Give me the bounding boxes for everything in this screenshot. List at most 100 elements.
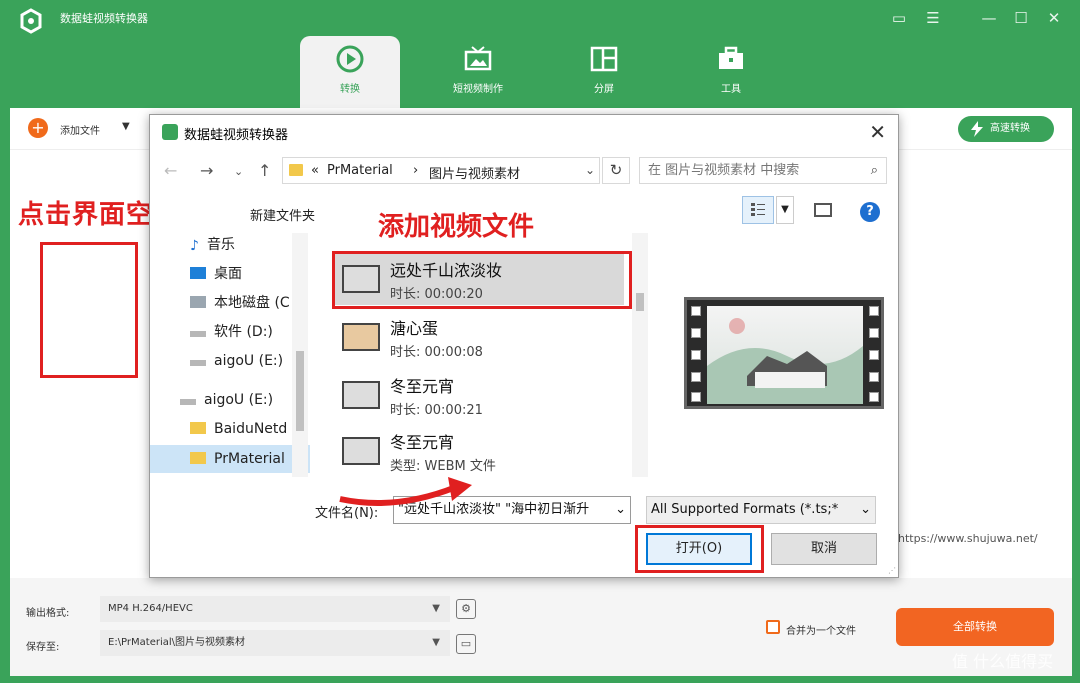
file-meta: 时长: 00:00:08 (390, 345, 483, 360)
convert-all-button[interactable]: 全部转换 (896, 608, 1054, 646)
open-file-dialog: 数据蛙视频转换器 ✕ ← → ⌄ ↑ « PrMaterial › 图片与视频素… (149, 114, 899, 578)
open-folder-icon[interactable]: ▭ (456, 634, 476, 654)
output-format-value: MP4 H.264/HEVC (108, 603, 193, 614)
tab-split-screen[interactable]: 分屏 (554, 36, 654, 108)
recent-dropdown-icon[interactable]: ⌄ (234, 165, 243, 178)
format-settings-icon[interactable]: ⚙ (456, 599, 476, 619)
address-prefix: « (311, 163, 319, 178)
nav-item-music[interactable]: ♪ 音乐 (190, 233, 235, 257)
close-button[interactable]: ✕ (1043, 8, 1065, 28)
view-mode-dropdown[interactable]: ▼ (776, 196, 794, 224)
maximize-button[interactable]: ☐ (1010, 8, 1032, 28)
preview-pane-icon[interactable] (814, 203, 832, 217)
nav-item-baidunetdisk[interactable]: BaiduNetd (190, 417, 287, 441)
convert-icon (336, 45, 364, 73)
nav-item-local-disk-c[interactable]: 本地磁盘 (C (190, 291, 290, 315)
lightning-icon (971, 121, 983, 137)
app-title: 数据蛙视频转换器 (60, 12, 148, 25)
chevron-down-icon: ▼ (432, 637, 440, 648)
nav-item-label: PrMaterial (214, 451, 285, 467)
add-file-button[interactable]: 添加文件 (60, 122, 100, 137)
preview-pane (684, 297, 884, 409)
tab-tools[interactable]: 工具 (681, 36, 781, 108)
film-sprocket (691, 350, 701, 360)
file-type-value: All Supported Formats (*.ts;* (651, 502, 839, 517)
file-name: 溏心蛋 (390, 319, 439, 338)
music-icon: ♪ (190, 238, 199, 254)
minimize-button[interactable]: — (978, 8, 1000, 28)
forward-arrow-icon[interactable]: → (200, 161, 213, 180)
usb-drive-icon (180, 399, 196, 405)
address-bar[interactable]: « PrMaterial › 图片与视频素材 ⌄ (282, 157, 600, 184)
video-thumbnail-icon (342, 437, 380, 465)
save-to-label: 保存至: (26, 642, 60, 653)
app-logo-icon (20, 8, 42, 34)
add-file-icon[interactable]: + (28, 118, 48, 138)
file-type-select[interactable]: All Supported Formats (*.ts;* ⌄ (646, 496, 876, 524)
tv-icon (464, 46, 492, 71)
save-path-value: E:\PrMaterial\图片与视频素材 (108, 637, 246, 648)
feedback-icon[interactable]: ▭ (888, 8, 910, 28)
dialog-close-icon[interactable]: ✕ (869, 120, 886, 144)
breadcrumb-current[interactable]: 图片与视频素材 (429, 163, 520, 182)
nav-scrollbar[interactable] (292, 233, 308, 477)
scrollbar-thumb[interactable] (296, 351, 304, 431)
search-icon: ⌕ (870, 163, 878, 178)
tab-label: 转换 (340, 84, 360, 95)
dialog-title: 数据蛙视频转换器 (184, 128, 289, 143)
output-format-select[interactable]: MP4 H.264/HEVC ▼ (100, 596, 450, 622)
split-screen-icon (590, 46, 618, 72)
list-item[interactable]: 冬至元宵 类型: WEBM 文件 (334, 423, 624, 477)
nav-item-drive-d[interactable]: 软件 (D:) (190, 320, 273, 344)
chevron-down-icon[interactable]: ⌄ (585, 163, 595, 177)
back-arrow-icon[interactable]: ← (164, 161, 177, 180)
nav-item-prmaterial[interactable]: PrMaterial (150, 445, 310, 473)
file-meta: 时长: 00:00:21 (390, 403, 483, 418)
file-list-scrollbar[interactable] (632, 233, 648, 477)
film-sprocket (869, 306, 879, 316)
up-arrow-icon[interactable]: ↑ (258, 161, 271, 180)
tab-short-video[interactable]: 短视频制作 (428, 36, 528, 108)
file-meta: 类型: WEBM 文件 (390, 459, 496, 474)
resize-grip-icon[interactable]: ⋰ (888, 566, 896, 575)
nav-item-drive-e[interactable]: aigoU (E:) (190, 349, 283, 373)
film-sprocket (691, 328, 701, 338)
breadcrumb-prmaterial[interactable]: PrMaterial (327, 163, 393, 178)
search-input[interactable]: 在 图片与视频素材 中搜索 ⌕ (639, 157, 887, 184)
help-icon[interactable]: ? (860, 202, 880, 222)
menu-icon[interactable]: ☰ (922, 8, 944, 28)
save-path-select[interactable]: E:\PrMaterial\图片与视频素材 ▼ (100, 630, 450, 656)
nav-item-label: aigoU (E:) (214, 353, 284, 369)
nav-item-drive-e-2[interactable]: aigoU (E:) (180, 388, 273, 412)
annotation-selected-file-box (332, 251, 632, 309)
preview-image (707, 306, 863, 404)
annotation-blank-area-box (40, 242, 138, 378)
list-item[interactable]: 冬至元宵 时长: 00:00:21 (334, 367, 624, 421)
watermark: 值 什么值得买 (952, 652, 1054, 671)
video-thumbnail-icon (342, 381, 380, 409)
refresh-button[interactable]: ↻ (602, 157, 630, 184)
details-view-icon (751, 203, 765, 216)
bottom-bar: 输出格式: MP4 H.264/HEVC ▼ ⚙ 保存至: E:\PrMater… (10, 578, 1072, 676)
nav-item-label: aigoU (E:) (204, 392, 274, 408)
file-name: 冬至元宵 (390, 377, 455, 396)
tab-label: 分屏 (594, 84, 614, 95)
fast-convert-button[interactable]: 高速转换 (958, 116, 1054, 142)
cancel-button[interactable]: 取消 (771, 533, 877, 565)
list-item[interactable]: 溏心蛋 时长: 00:00:08 (334, 309, 624, 363)
annotation-list-hint: 添加视频文件 (378, 212, 535, 242)
chevron-down-icon: ⌄ (860, 497, 871, 523)
film-sprocket (691, 392, 701, 402)
add-file-dropdown-icon[interactable]: ▼ (122, 121, 130, 132)
nav-item-desktop[interactable]: 桌面 (190, 262, 242, 286)
folder-icon (190, 422, 206, 434)
merge-checkbox[interactable] (766, 620, 780, 634)
chevron-down-icon[interactable]: ⌄ (615, 497, 626, 523)
view-mode-button[interactable] (742, 196, 774, 224)
new-folder-button[interactable]: 新建文件夹 (250, 205, 315, 224)
scrollbar-thumb[interactable] (636, 293, 644, 311)
tab-convert[interactable]: 转换 (300, 36, 400, 108)
search-placeholder: 在 图片与视频素材 中搜索 (648, 163, 800, 178)
video-thumbnail-icon (342, 323, 380, 351)
nav-item-label: 软件 (D:) (214, 324, 273, 340)
